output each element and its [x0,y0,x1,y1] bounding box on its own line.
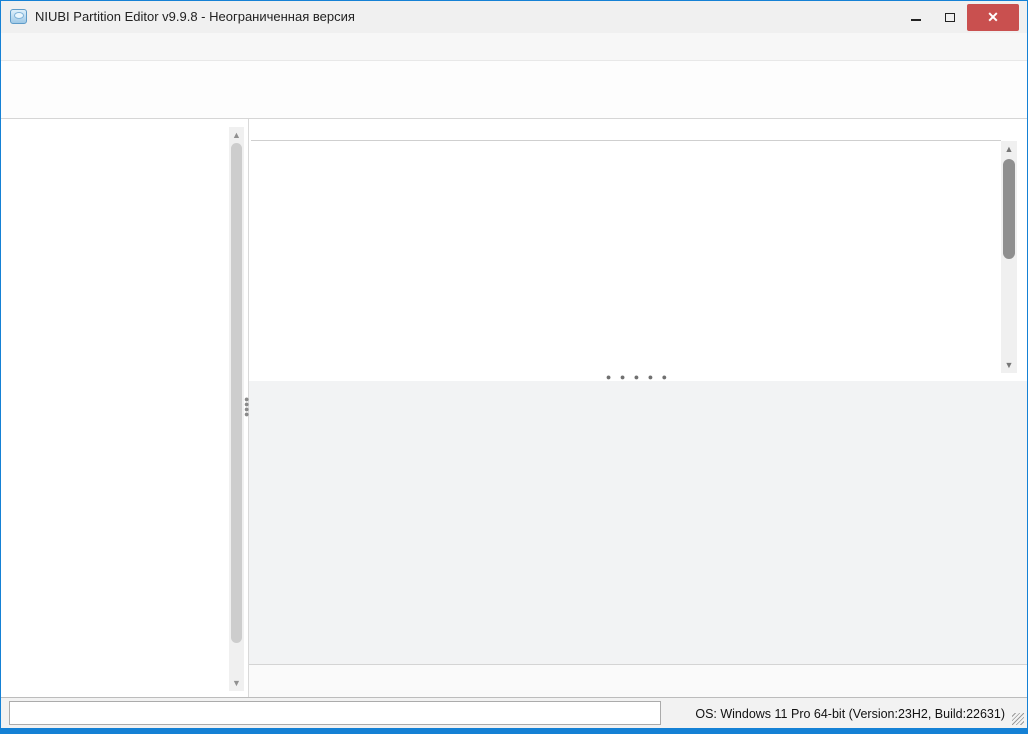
maximize-button[interactable] [933,4,967,30]
app-window: NIUBI Partition Editor v9.9.8 - Неограни… [0,0,1028,734]
disk-map [249,381,1027,664]
main-panel: ▲ ▼ ● ● ● ● ● [249,119,1027,697]
title-bar: NIUBI Partition Editor v9.9.8 - Неограни… [1,1,1027,33]
close-button[interactable]: ✕ [967,4,1019,31]
partition-legend [249,664,1027,697]
minimize-button[interactable] [899,4,933,30]
table-scrollbar[interactable]: ▲ ▼ [1001,141,1017,373]
table-map-splitter[interactable]: ● ● ● ● ● [249,373,1027,381]
scroll-down-icon[interactable]: ▼ [229,678,244,688]
toolbar [1,60,1027,119]
menu-bar [1,33,1027,60]
os-info: OS: Windows 11 Pro 64-bit (Version:23H2,… [695,707,1005,721]
volume-table-header [251,119,1001,141]
sidebar-scrollbar[interactable]: ▲ ▼ [229,127,244,691]
window-controls: ✕ [899,1,1019,33]
pending-operations-box [9,701,661,725]
sidebar [1,119,249,697]
table-scroll-thumb[interactable] [1003,159,1015,259]
scroll-up-icon[interactable]: ▲ [1001,144,1017,154]
volume-table [251,141,1001,373]
status-bar: OS: Windows 11 Pro 64-bit (Version:23H2,… [1,697,1027,728]
scroll-up-icon[interactable]: ▲ [229,130,244,140]
resize-grip[interactable] [1012,713,1024,725]
app-icon [10,9,27,24]
scroll-down-icon[interactable]: ▼ [1001,360,1017,370]
window-border-bottom [1,728,1027,733]
window-title: NIUBI Partition Editor v9.9.8 - Неограни… [35,9,355,24]
sidebar-scroll-thumb[interactable] [231,143,242,643]
